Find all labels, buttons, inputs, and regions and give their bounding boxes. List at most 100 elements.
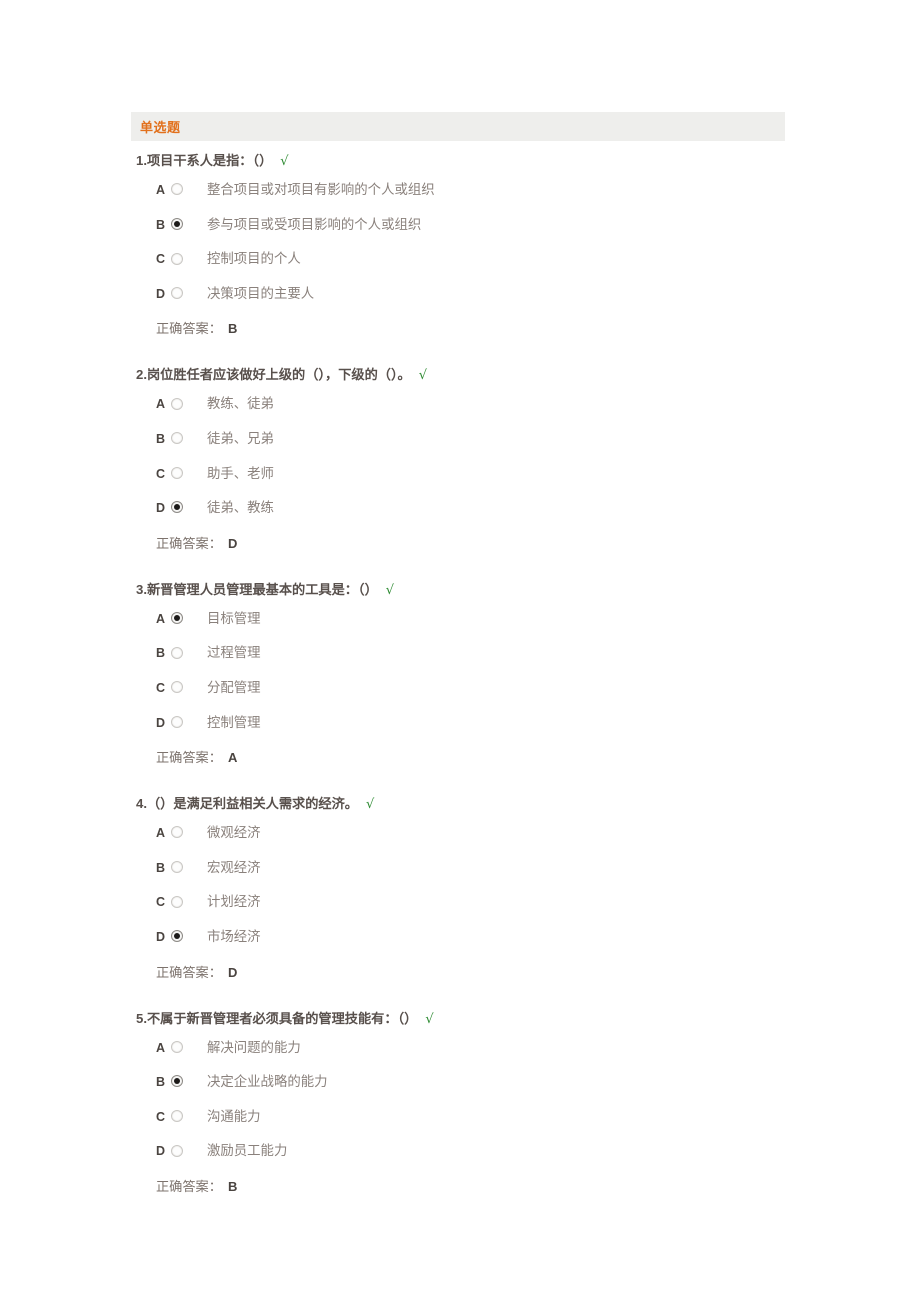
option-row[interactable]: D 市场经济 [0, 920, 920, 955]
option-text: 参与项目或受项目影响的个人或组织 [207, 216, 422, 232]
radio-button[interactable] [171, 466, 183, 479]
radio-button[interactable] [171, 646, 183, 659]
option-text: 整合项目或对项目有影响的个人或组织 [207, 182, 435, 198]
radio-button-selected[interactable] [171, 501, 183, 514]
option-text: 徒弟、教练 [207, 500, 274, 516]
question-block: 4.（）是满足利益相关人需求的经济。 √ A 微观经济 B 宏观经济 C 计划经济 D 市场经济正… [0, 793, 920, 990]
option-letter: A [156, 397, 166, 412]
option-list: A 目标管理 B 过程管理 C 分配管理 D 控制管理 [0, 602, 920, 740]
question-number: 2. [136, 367, 147, 383]
radio-button[interactable] [171, 397, 183, 410]
radio-button[interactable] [171, 1144, 183, 1157]
question-stem: 1.项目干系人是指：（） √ [0, 150, 920, 173]
correct-answer-label: 正确答案： [156, 1178, 222, 1194]
option-row[interactable]: D 徒弟、教练 [0, 491, 920, 526]
option-text: 解决问题的能力 [207, 1039, 301, 1055]
radio-button[interactable] [171, 183, 183, 196]
option-row[interactable]: B 参与项目或受项目影响的个人或组织 [0, 208, 920, 243]
correct-answer-value: D [227, 535, 238, 551]
option-letter: C [156, 895, 166, 910]
radio-button-selected[interactable] [171, 217, 183, 230]
option-row[interactable]: B 徒弟、兄弟 [0, 422, 920, 457]
option-letter: B [156, 646, 166, 661]
option-row[interactable]: C 分配管理 [0, 671, 920, 706]
question-text: 新晋管理人员管理最基本的工具是：（） [147, 581, 378, 597]
option-text: 微观经济 [207, 825, 261, 841]
option-text: 徒弟、兄弟 [207, 431, 274, 446]
option-text: 沟通能力 [207, 1108, 261, 1124]
option-row[interactable]: D 激励员工能力 [0, 1134, 920, 1169]
option-letter: D [156, 715, 166, 730]
option-letter: B [156, 217, 166, 232]
section-title: 单选题 [140, 120, 181, 135]
correct-answer-label: 正确答案： [156, 750, 222, 766]
correct-check-icon: √ [280, 154, 289, 169]
option-row[interactable]: A 解决问题的能力 [0, 1031, 920, 1066]
question-number: 3. [136, 581, 147, 597]
option-row[interactable]: D 控制管理 [0, 706, 920, 741]
question-text: （）是满足利益相关人需求的经济。 [147, 796, 358, 812]
radio-button[interactable] [171, 826, 183, 839]
question-stem: 5.不属于新晋管理者必须具备的管理技能有：（） √ [0, 1008, 920, 1031]
option-row[interactable]: A 目标管理 [0, 602, 920, 637]
option-letter: A [156, 826, 166, 841]
question-list: 1.项目干系人是指：（） √ A 整合项目或对项目有影响的个人或组织 B 参与项目或受项目… [0, 150, 920, 1222]
correct-answer-label: 正确答案： [156, 321, 222, 337]
option-text: 过程管理 [207, 645, 261, 661]
radio-button[interactable] [171, 252, 183, 265]
option-text: 决策项目的主要人 [207, 285, 315, 301]
radio-button[interactable] [171, 1040, 183, 1053]
option-list: A 整合项目或对项目有影响的个人或组织 B 参与项目或受项目影响的个人或组织 C 控制项目… [0, 173, 920, 311]
option-row[interactable]: B 宏观经济 [0, 851, 920, 886]
question-text: 项目干系人是指：（） [147, 153, 273, 168]
option-text: 控制管理 [207, 714, 261, 730]
correct-answer-value: B [227, 321, 238, 337]
option-letter: C [156, 1109, 166, 1124]
option-letter: B [156, 1075, 166, 1090]
radio-button[interactable] [171, 1110, 183, 1123]
option-row[interactable]: B 过程管理 [0, 636, 920, 671]
option-list: A 教练、徒弟 B 徒弟、兄弟 C 助手、老师 D 徒弟、教练 [0, 387, 920, 525]
option-text: 教练、徒弟 [207, 396, 274, 412]
radio-button-selected[interactable] [171, 1075, 183, 1088]
option-text: 宏观经济 [207, 859, 261, 875]
option-text: 决定企业战略的能力 [207, 1074, 328, 1090]
option-letter: A [156, 1040, 166, 1055]
option-letter: A [156, 611, 166, 626]
option-row[interactable]: C 控制项目的个人 [0, 242, 920, 277]
question-number: 1. [136, 153, 147, 168]
option-row[interactable]: C 沟通能力 [0, 1100, 920, 1135]
option-letter: D [156, 1144, 166, 1159]
question-block: 1.项目干系人是指：（） √ A 整合项目或对项目有影响的个人或组织 B 参与项目或受项目… [0, 150, 920, 347]
correct-answer-value: B [227, 1178, 238, 1194]
correct-answer-value: A [227, 750, 238, 766]
option-row[interactable]: B 决定企业战略的能力 [0, 1065, 920, 1100]
radio-button[interactable] [171, 895, 183, 908]
radio-button[interactable] [171, 287, 183, 300]
section-header-bar: 单选题 [131, 112, 785, 141]
radio-button[interactable] [171, 681, 183, 694]
radio-button[interactable] [171, 715, 183, 728]
option-row[interactable]: A 微观经济 [0, 816, 920, 851]
option-row[interactable]: C 计划经济 [0, 885, 920, 920]
option-text: 助手、老师 [207, 465, 274, 481]
radio-button[interactable] [171, 432, 183, 445]
question-block: 3.新晋管理人员管理最基本的工具是：（） √ A 目标管理 B 过程管理 C 分配管理 D 控制管… [0, 579, 920, 776]
question-number: 4. [136, 796, 147, 812]
correct-answer-label: 正确答案： [156, 964, 222, 980]
option-row[interactable]: A 整合项目或对项目有影响的个人或组织 [0, 173, 920, 208]
radio-button-selected[interactable] [171, 612, 183, 625]
option-text: 市场经济 [207, 928, 261, 944]
option-row[interactable]: A 教练、徒弟 [0, 387, 920, 422]
option-row[interactable]: C 助手、老师 [0, 457, 920, 492]
option-row[interactable]: D 决策项目的主要人 [0, 277, 920, 312]
radio-button[interactable] [171, 861, 183, 874]
question-text: 不属于新晋管理者必须具备的管理技能有：（） [147, 1010, 418, 1026]
radio-button-selected[interactable] [171, 930, 183, 943]
option-letter: D [156, 929, 166, 944]
option-letter: C [156, 680, 166, 695]
correct-answer-row: 正确答案： D [0, 526, 920, 562]
question-text: 岗位胜任者应该做好上级的（），下级的（）。 [147, 367, 411, 383]
correct-answer-row: 正确答案： B [0, 311, 920, 347]
correct-check-icon: √ [418, 368, 428, 384]
